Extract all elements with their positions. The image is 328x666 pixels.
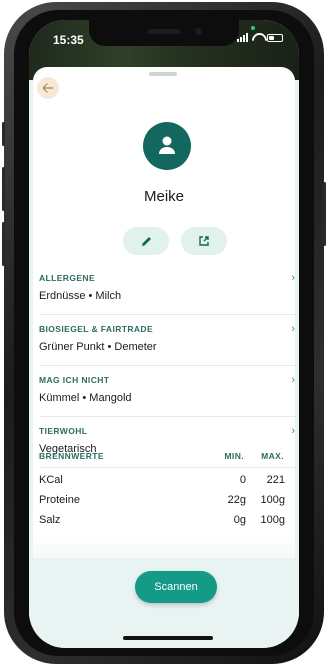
nutrition-title: BRENNWERTE bbox=[39, 451, 104, 461]
section-allergene[interactable]: ALLERGENE Erdnüsse • Milch › bbox=[39, 272, 299, 302]
nutrition-header: BRENNWERTE MIN. MAX. › bbox=[39, 450, 299, 462]
speaker bbox=[147, 29, 181, 34]
wifi-icon bbox=[252, 33, 263, 42]
nutrition-max: 100g bbox=[260, 514, 285, 526]
divider bbox=[39, 314, 299, 315]
nutrition-row: Proteine 22g 100g bbox=[39, 494, 299, 506]
section-value: Grüner Punkt • Demeter bbox=[39, 341, 157, 353]
section-value: Kümmel • Mangold bbox=[39, 392, 132, 404]
section-title: ALLERGENE bbox=[39, 273, 96, 283]
home-indicator[interactable] bbox=[123, 636, 213, 640]
section-title: MAG ICH NICHT bbox=[39, 375, 110, 385]
camera-indicator bbox=[251, 26, 255, 30]
divider bbox=[39, 365, 299, 366]
scan-button[interactable]: Scannen bbox=[135, 571, 217, 603]
nutrition-min: 0 bbox=[239, 474, 246, 486]
signal-icon bbox=[237, 33, 248, 42]
section-title: TIERWOHL bbox=[39, 426, 88, 436]
chevron-right-icon: › bbox=[291, 323, 295, 335]
pencil-icon bbox=[141, 236, 151, 246]
volume-down-button bbox=[2, 222, 5, 266]
nutrition-max: 221 bbox=[266, 474, 285, 486]
nutrition-max: 100g bbox=[260, 494, 285, 506]
nutrition-label: KCal bbox=[39, 474, 63, 486]
section-value: Erdnüsse • Milch bbox=[39, 290, 122, 302]
avatar bbox=[143, 122, 191, 170]
min-header: MIN. bbox=[224, 451, 244, 461]
section-biosiegel[interactable]: BIOSIEGEL & FAIRTRADE Grüner Punkt • Dem… bbox=[39, 323, 299, 353]
arrow-left-icon bbox=[42, 83, 54, 93]
back-button[interactable] bbox=[37, 77, 59, 99]
power-button bbox=[323, 182, 326, 246]
sheet-grabber[interactable] bbox=[149, 72, 177, 76]
status-icons bbox=[237, 33, 283, 42]
mute-switch bbox=[2, 122, 5, 146]
chevron-right-icon: › bbox=[291, 425, 295, 437]
nutrition-label: Salz bbox=[39, 514, 61, 526]
screen: 15:35 Meike ALLERGENE Erdnüsse • Milch ›… bbox=[29, 20, 299, 648]
nutrition-label: Proteine bbox=[39, 494, 80, 506]
status-time: 15:35 bbox=[53, 33, 84, 47]
divider bbox=[39, 467, 299, 468]
share-button[interactable] bbox=[181, 227, 227, 255]
nutrition-min: 0g bbox=[233, 514, 246, 526]
chevron-right-icon: › bbox=[291, 374, 295, 386]
section-mag-ich-nicht[interactable]: MAG ICH NICHT Kümmel • Mangold › bbox=[39, 374, 299, 404]
nutrition-min: 22g bbox=[227, 494, 246, 506]
share-icon bbox=[199, 236, 209, 246]
camera bbox=[195, 28, 202, 35]
nutrition-row: KCal 0 221 bbox=[39, 474, 299, 486]
battery-icon bbox=[267, 33, 283, 42]
max-header: MAX. bbox=[261, 451, 284, 461]
volume-up-button bbox=[2, 167, 5, 211]
edit-button[interactable] bbox=[123, 227, 169, 255]
notch bbox=[89, 20, 239, 46]
section-title: BIOSIEGEL & FAIRTRADE bbox=[39, 324, 154, 334]
nutrition-row: Salz 0g 100g bbox=[39, 514, 299, 526]
profile-name: Meike bbox=[143, 188, 184, 205]
user-icon bbox=[159, 136, 175, 154]
chevron-right-icon: › bbox=[291, 272, 295, 284]
divider bbox=[39, 416, 299, 417]
